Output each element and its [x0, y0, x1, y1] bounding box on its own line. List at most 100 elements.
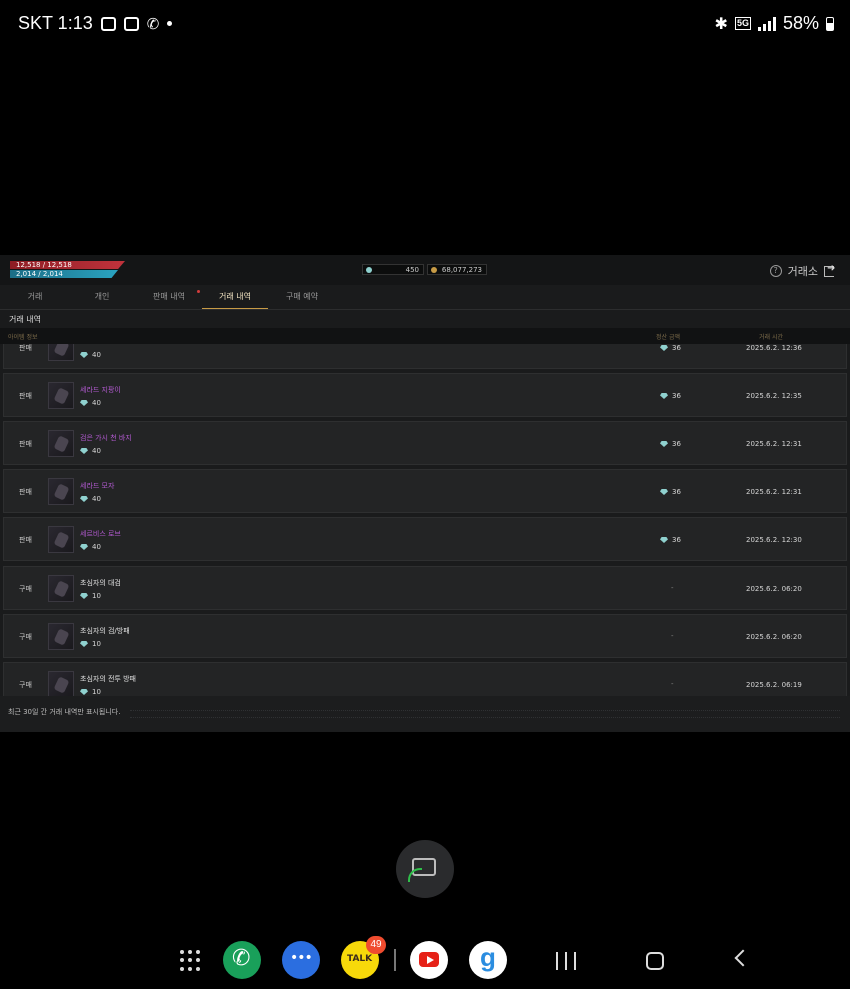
col-item: 아이템 정보: [8, 334, 38, 341]
taskbar-dock: TALK 49: [0, 935, 850, 989]
tab-sales-history[interactable]: 판매 내역: [136, 287, 202, 308]
table-row[interactable]: 판매 세라드 지팡이 40 36 2025.6.2. 12:35: [3, 373, 847, 417]
column-header: 아이템 정보 정산 금액 거래 시간: [0, 328, 850, 344]
g-app-icon[interactable]: [469, 941, 507, 979]
footer-ornament: [130, 710, 840, 718]
trade-type: 판매: [19, 440, 32, 448]
item-cost: 40: [80, 543, 101, 551]
phone-app-icon[interactable]: [223, 941, 261, 979]
apps-grid-icon[interactable]: [180, 950, 202, 972]
gem-icon: [660, 345, 668, 351]
status-bar: SKT 1:13 ✆ ✱ 5G 58%: [0, 0, 850, 48]
gold-amount: 68,077,273: [441, 266, 482, 274]
trade-type: 구매: [19, 585, 32, 593]
item-cost-value: 10: [92, 592, 101, 600]
item-cost: 40: [80, 399, 101, 407]
tab-personal[interactable]: 개인: [68, 287, 136, 308]
exit-icon[interactable]: [824, 263, 835, 277]
table-row[interactable]: 구매 초심자의 대검 10 - 2025.6.2. 06:20: [3, 566, 847, 610]
gem-icon: [80, 448, 88, 454]
table-row[interactable]: 판매 검은 가시 천 바지 40 36 2025.6.2. 12:31: [3, 421, 847, 465]
tab-sales-history-label: 판매 내역: [153, 292, 185, 301]
tab-trade-history[interactable]: 거래 내역: [202, 287, 268, 309]
gem-currency: 450: [362, 264, 424, 275]
footer-note: 최근 30일 간 거래 내역만 표시됩니다.: [8, 708, 121, 716]
item-cost-value: 40: [92, 495, 101, 503]
network-type: 5G: [734, 17, 751, 30]
table-row[interactable]: 구매 초심자의 전투 방패 10 - 2025.6.2. 06:19: [3, 662, 847, 696]
trade-type: 판매: [19, 488, 32, 496]
settled-price: 36: [660, 392, 681, 400]
item-name: 세르비스 로브: [80, 530, 121, 538]
item-cost-value: 40: [92, 399, 101, 407]
settled-price: 36: [660, 440, 681, 448]
table-row[interactable]: 판매 세라드 모자 40 36 2025.6.2. 12:31: [3, 469, 847, 513]
list-footer: 최근 30일 간 거래 내역만 표시됩니다.: [0, 696, 850, 732]
trade-type: 판매: [19, 344, 32, 352]
trade-time: 2025.6.2. 06:19: [746, 681, 802, 689]
signal-icon: [757, 16, 776, 31]
item-cost-value: 40: [92, 447, 101, 455]
gallery-icon: [100, 16, 116, 31]
section-title: 거래 내역: [9, 315, 41, 324]
wifi-call-icon: ✆: [146, 15, 160, 33]
help-icon[interactable]: ?: [769, 265, 782, 277]
item-name: 세라드 모자: [80, 482, 115, 490]
battery-icon: [826, 16, 834, 31]
gold-coin-icon: [431, 267, 437, 273]
item-thumbnail: [48, 344, 74, 361]
messages-app-icon[interactable]: [282, 941, 320, 979]
table-row[interactable]: 구매 초심자의 검/방패 10 - 2025.6.2. 06:20: [3, 614, 847, 658]
gem-icon: [80, 544, 88, 550]
trade-history-list[interactable]: 판매 40 36 2025.6.2. 12:36 판매 세라드 지팡이 40 3…: [0, 344, 850, 696]
item-cost-value: 40: [92, 543, 101, 551]
col-price: 정산 금액: [656, 334, 680, 341]
gem-icon: [660, 393, 668, 399]
tab-trade[interactable]: 거래: [0, 287, 70, 308]
gem-icon: [80, 593, 88, 599]
hp-bar: 12,518 / 12,518: [10, 261, 125, 269]
item-thumbnail: [48, 430, 74, 457]
bluetooth-icon: ✱: [714, 15, 728, 33]
recent-apps-button[interactable]: [556, 952, 576, 970]
status-right: ✱ 5G 58%: [715, 13, 834, 34]
item-name: 초심자의 대검: [80, 579, 121, 587]
trade-time: 2025.6.2. 12:30: [746, 536, 802, 544]
gem-icon: [80, 689, 88, 695]
new-dot-icon: [197, 290, 200, 293]
item-cost: 40: [80, 447, 101, 455]
carrier-time: SKT 1:13: [18, 13, 93, 33]
battery-level: 58%: [782, 13, 819, 33]
table-row[interactable]: 판매 세르비스 로브 40 36 2025.6.2. 12:30: [3, 517, 847, 561]
gem-icon: [660, 489, 668, 495]
gem-icon: [80, 496, 88, 502]
gem-icon: [660, 441, 668, 447]
settled-price-value: 36: [672, 392, 681, 400]
tab-purchase-reservation[interactable]: 구매 예약: [268, 287, 336, 308]
trade-time: 2025.6.2. 12:36: [746, 344, 802, 352]
gem-icon: [366, 267, 372, 273]
window-title: 거래소: [787, 265, 818, 278]
table-row[interactable]: 판매 40 36 2025.6.2. 12:36: [3, 344, 847, 369]
trade-time: 2025.6.2. 12:31: [746, 488, 802, 496]
game-window: 12,518 / 12,518 2,014 / 2,014 450 68,077…: [0, 255, 850, 732]
trade-type: 판매: [19, 536, 32, 544]
youtube-app-icon[interactable]: [410, 941, 448, 979]
item-cost: 40: [80, 495, 101, 503]
notification-badge: 49: [366, 936, 386, 954]
gold-currency: 68,077,273: [427, 264, 487, 275]
window-title-area: ? 거래소: [769, 263, 835, 279]
gem-icon: [80, 400, 88, 406]
trade-type: 구매: [19, 681, 32, 689]
item-thumbnail: [48, 478, 74, 505]
screen-cast-button[interactable]: [396, 840, 454, 898]
home-button[interactable]: [646, 952, 664, 970]
mp-bar: 2,014 / 2,014: [10, 270, 118, 278]
trade-type: 판매: [19, 392, 32, 400]
settled-price-value: 36: [672, 536, 681, 544]
notification-dot-icon: [167, 21, 173, 26]
settled-price: 36: [660, 344, 681, 352]
cast-waves-icon: [408, 868, 422, 882]
status-left: SKT 1:13 ✆: [18, 13, 173, 34]
back-button[interactable]: [734, 949, 752, 967]
